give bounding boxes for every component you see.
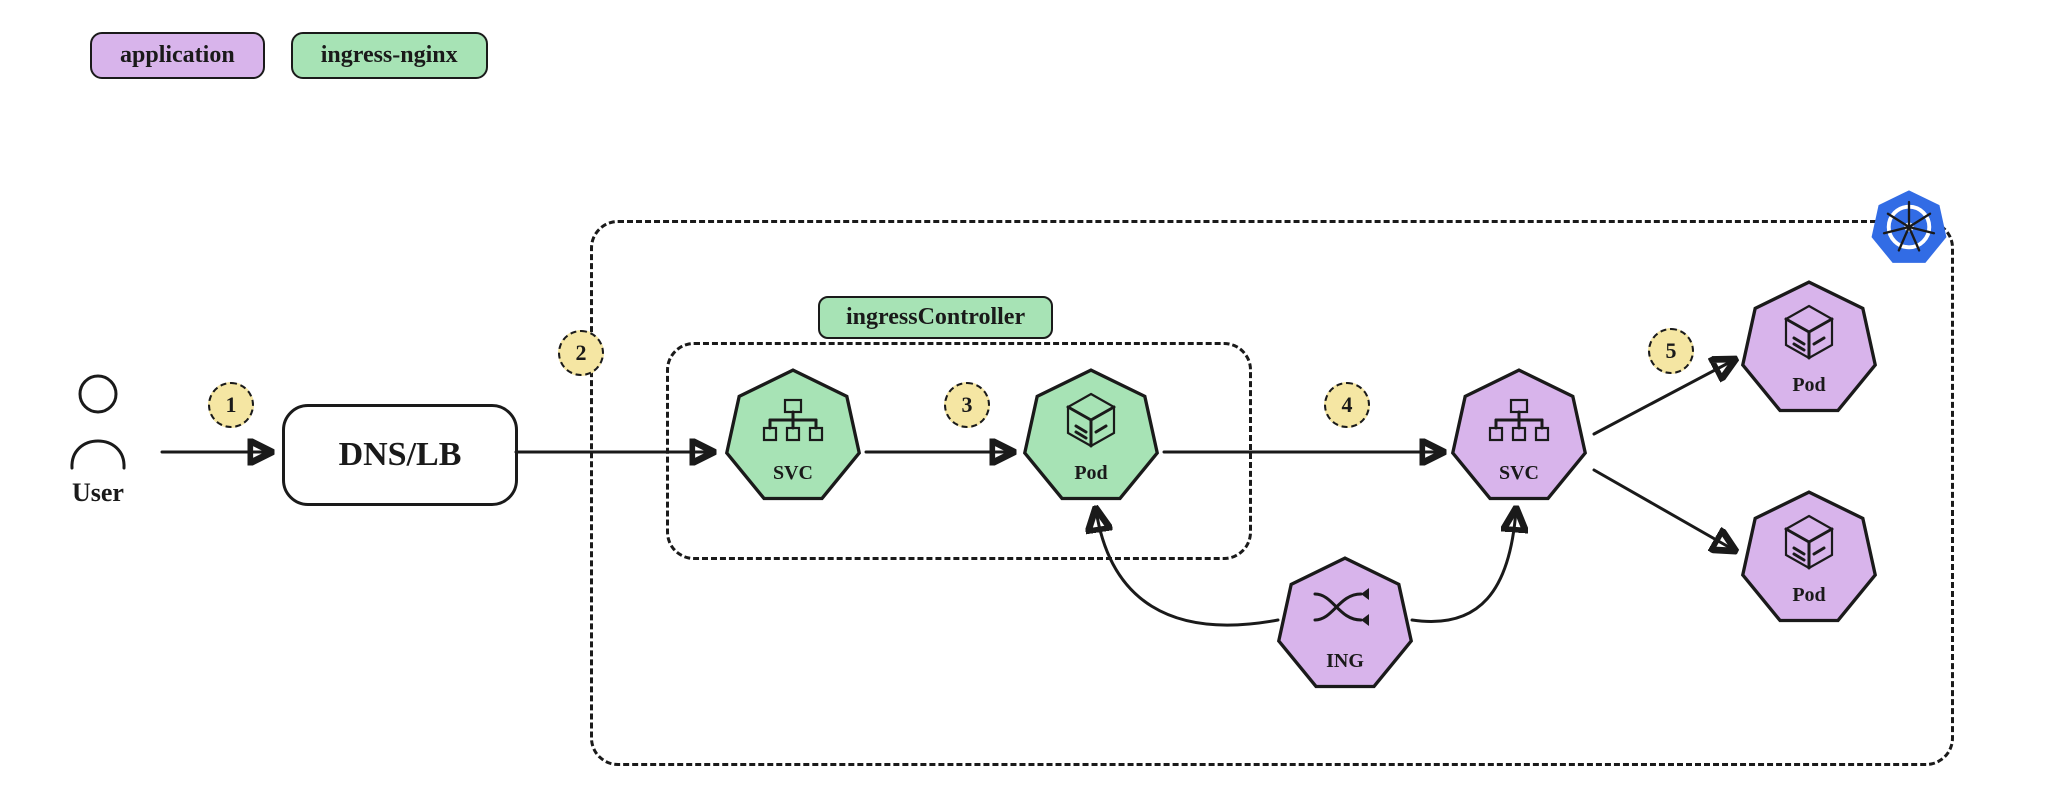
step-2: 2 — [558, 330, 604, 376]
pod-label: Pod — [1074, 462, 1107, 485]
pod-app-node-2: Pod — [1740, 488, 1878, 626]
pod-label: Pod — [1792, 374, 1825, 397]
user-icon — [60, 372, 136, 472]
service-icon — [1488, 398, 1550, 442]
pod-app-node-1: Pod — [1740, 278, 1878, 416]
dns-lb-node: DNS/LB — [282, 404, 518, 506]
step-1: 1 — [208, 382, 254, 428]
pod-ingress-node: Pod — [1022, 366, 1160, 504]
user-actor: User — [60, 372, 136, 508]
kubernetes-icon — [1870, 188, 1948, 266]
ing-label: ING — [1326, 650, 1364, 673]
svc-ingress-node: SVC — [724, 366, 862, 504]
svc-app-node: SVC — [1450, 366, 1588, 504]
svc-label: SVC — [773, 462, 813, 485]
user-label: User — [60, 478, 136, 508]
step-3: 3 — [944, 382, 990, 428]
ingress-resource-node: ING — [1276, 554, 1414, 692]
step-5: 5 — [1648, 328, 1694, 374]
pod-icon — [1782, 514, 1836, 570]
pod-icon — [1782, 304, 1836, 360]
legend-application: application — [90, 32, 265, 79]
svc-label: SVC — [1499, 462, 1539, 485]
service-icon — [762, 398, 824, 442]
ingress-icon — [1311, 582, 1379, 632]
ingress-controller-label: ingressController — [818, 296, 1053, 339]
pod-icon — [1064, 392, 1118, 448]
pod-label: Pod — [1792, 584, 1825, 607]
legend-ingress-nginx: ingress-nginx — [291, 32, 488, 79]
step-4: 4 — [1324, 382, 1370, 428]
legend: application ingress-nginx — [90, 32, 488, 79]
